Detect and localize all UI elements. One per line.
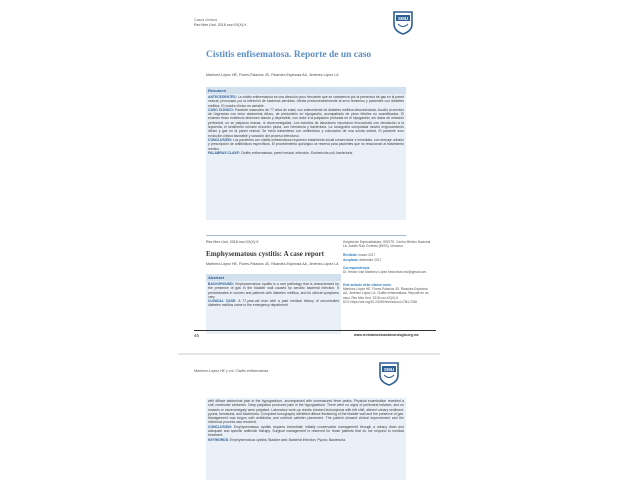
journal-citation-en: Rev Mex Urol. 2018 nov;XX(X):X (206, 240, 259, 244)
abstract-paragraph: KEYWORDS: Emphysematous cystitis; Bladde… (208, 438, 404, 442)
abstract-en-box: Abstract BACKGROUND: Emphysematous cysti… (206, 274, 341, 334)
divider (206, 235, 406, 236)
abstract-paragraph: CONCLUSIÓN: Los pacientes con cistitis e… (208, 138, 404, 151)
abstract-paragraph: CLINICAL CASE: A 77-year-old man with a … (208, 299, 339, 308)
abstract-paragraph: BACKGROUND: Emphysematous cystitis is a … (208, 282, 339, 299)
paragraph-text: Emphysematous cystitis; Bladder wall; Ba… (230, 437, 346, 442)
svg-text:SMU: SMU (384, 367, 395, 372)
journal-page-1: Casos clínicos Rev Mex Urol. 2018 nov;XX… (178, 0, 440, 352)
abstract-paragraph: CASO CLÍNICO: Paciente masculino de 77 a… (208, 108, 404, 138)
journal-page-2: Martínez-López HE y col. Cistitis enfise… (178, 357, 440, 480)
paragraph-label: PALABRAS CLAVE: (208, 150, 241, 155)
paragraph-label: KEYWORDS: (208, 437, 231, 442)
authors-es: Martínez-López HE, Flores-Palacios JD, R… (206, 73, 339, 77)
smu-logo-icon: SMU (378, 361, 400, 386)
journal-citation: Rev Mex Urol. 2018 nov;XX(X):X (194, 23, 247, 27)
abstract-continued-text: with diffuse abdominal pain in the hypog… (206, 398, 406, 443)
article-title-en: Emphysematous cystitis: A case report (206, 250, 325, 258)
abstract-paragraph: ANTECEDENTES: La cistitis enfisematosa e… (208, 95, 404, 108)
smu-logo-icon: SMU (392, 10, 414, 35)
doi-link[interactable]: DOI: https://doi.org/10.24245/revmexurol… (343, 300, 433, 304)
paragraph-text: Paciente masculino de 77 años de edad, c… (208, 107, 405, 138)
abstract-paragraph: CONCLUSION: Emphysematous cystitis requi… (208, 425, 404, 438)
website-link[interactable]: www.revistamexicanadeurologia.org.mx (354, 333, 419, 337)
section-label: Casos clínicos (194, 18, 218, 22)
svg-text:SMU: SMU (398, 16, 409, 21)
abstract-paragraph: PALABRAS CLAVE: Cistitis enfisematosa; p… (208, 151, 404, 155)
page-number: 46 (194, 333, 199, 338)
accepted-date: Aceptado: diciembre 2017 (343, 258, 382, 262)
abstract-paragraph: with diffuse abdominal pain in the hypog… (208, 399, 404, 425)
abstract-en-heading: Abstract (206, 274, 341, 281)
article-title-es: Cistitis enfisematosa. Reporte de un cas… (206, 50, 372, 60)
correspondence: Correspondencia Dr. Héctor Iván Martínez … (343, 266, 427, 275)
abstract-en-text: BACKGROUND: Emphysematous cystitis is a … (206, 281, 341, 309)
page-separator (178, 353, 440, 355)
authors-en: Martínez-López HE, Flores-Palacios JD, R… (206, 262, 339, 266)
abstract-es-text: ANTECEDENTES: La cistitis enfisematosa e… (206, 94, 406, 156)
paragraph-text: Emphysematous cystitis requires immediat… (208, 424, 404, 438)
abstract-es-box: Resumen ANTECEDENTES: La cistitis enfise… (206, 87, 406, 220)
footer-rule (194, 330, 436, 331)
abstract-es-heading: Resumen (206, 87, 406, 94)
paragraph-text: with diffuse abdominal pain in the hypog… (208, 399, 404, 425)
affiliation: Hospital de Especialidades, ISSSTE, Cent… (343, 240, 431, 249)
citation-block: Este artículo debe citarse como Martínez-… (343, 283, 433, 304)
paragraph-text: La cistitis enfisematosa es una afección… (208, 95, 405, 108)
abstract-continued-box: with diffuse abdominal pain in the hypog… (206, 398, 406, 480)
paragraph-text: Cistitis enfisematosa; pared vesical; in… (240, 150, 354, 155)
paragraph-text: Los pacientes con cistitis enfisematosa … (208, 137, 405, 151)
running-head: Martínez-López HE y col. Cistitis enfise… (194, 369, 269, 373)
received-date: Recibido: marzo 2017 (343, 253, 376, 257)
